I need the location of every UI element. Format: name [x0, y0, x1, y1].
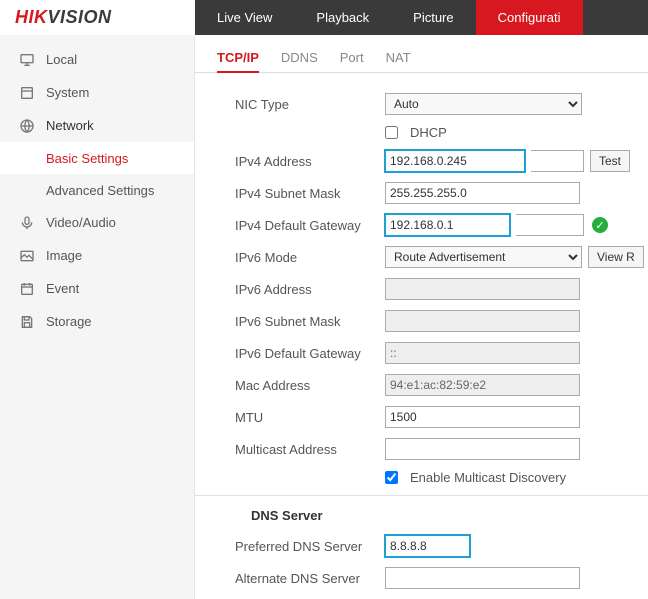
sidebar-sub-advanced-settings[interactable]: Advanced Settings: [0, 174, 194, 206]
brand-logo: HIKVISION: [0, 0, 195, 35]
mtu-label: MTU: [235, 410, 385, 425]
nav-picture-label: Picture: [413, 10, 453, 25]
nav-configuration-label: Configurati: [498, 10, 561, 25]
ipv6-address-input: [385, 278, 580, 300]
dns-section-title: DNS Server: [195, 508, 648, 523]
sidebar-item-label: Event: [46, 281, 79, 296]
ipv6-mask-input: [385, 310, 580, 332]
settings-form: NIC Type Auto DHCP IPv4 Address Test: [195, 73, 648, 589]
sidebar-item-video-audio[interactable]: Video/Audio: [0, 206, 194, 239]
check-ok-icon: ✓: [592, 217, 608, 233]
sidebar-item-label: Network: [46, 118, 94, 133]
ipv4-mask-label: IPv4 Subnet Mask: [235, 186, 385, 201]
sidebar-item-local[interactable]: Local: [0, 43, 194, 76]
tab-label: NAT: [386, 50, 411, 65]
brand-part1: HIK: [15, 7, 48, 28]
mtu-input[interactable]: [385, 406, 580, 428]
sidebar-item-label: Local: [46, 52, 77, 67]
sidebar-sub-basic-settings[interactable]: Basic Settings: [0, 142, 194, 174]
ipv4-gateway-input[interactable]: [385, 214, 510, 236]
sidebar-item-event[interactable]: Event: [0, 272, 194, 305]
ipv6-address-label: IPv6 Address: [235, 282, 385, 297]
sidebar-item-label: Video/Audio: [46, 215, 116, 230]
tab-port[interactable]: Port: [340, 50, 364, 72]
image-icon: [18, 247, 36, 265]
tab-nat[interactable]: NAT: [386, 50, 411, 72]
sidebar-item-network[interactable]: Network: [0, 109, 194, 142]
tab-label: TCP/IP: [217, 50, 259, 65]
ipv4-address-input[interactable]: [385, 150, 525, 172]
top-header: HIKVISION Live View Playback Picture Con…: [0, 0, 648, 35]
system-icon: [18, 84, 36, 102]
ipv6-mode-select[interactable]: Route Advertisement: [385, 246, 582, 268]
sidebar-item-label: Image: [46, 248, 82, 263]
alternate-dns-label: Alternate DNS Server: [235, 571, 385, 586]
content-area: TCP/IP DDNS Port NAT NIC Type Auto DHCP …: [195, 35, 648, 599]
mac-address-label: Mac Address: [235, 378, 385, 393]
sidebar-item-label: Basic Settings: [46, 151, 128, 166]
sub-tabs: TCP/IP DDNS Port NAT: [195, 35, 648, 73]
calendar-icon: [18, 280, 36, 298]
sidebar-item-label: System: [46, 85, 89, 100]
multicast-address-input[interactable]: [385, 438, 580, 460]
sidebar-item-system[interactable]: System: [0, 76, 194, 109]
test-button[interactable]: Test: [590, 150, 630, 172]
preferred-dns-label: Preferred DNS Server: [235, 539, 385, 554]
view-route-button[interactable]: View R: [588, 246, 644, 268]
nav-live-view[interactable]: Live View: [195, 0, 294, 35]
globe-icon: [18, 117, 36, 135]
monitor-icon: [18, 51, 36, 69]
nav-playback-label: Playback: [316, 10, 369, 25]
dhcp-label: DHCP: [410, 125, 447, 140]
ipv6-gateway-input: [385, 342, 580, 364]
sidebar-item-image[interactable]: Image: [0, 239, 194, 272]
multicast-address-label: Multicast Address: [235, 442, 385, 457]
tab-tcpip[interactable]: TCP/IP: [217, 50, 259, 73]
dhcp-checkbox[interactable]: [385, 126, 398, 139]
ipv4-mask-input[interactable]: [385, 182, 580, 204]
ipv4-gateway-input-ext[interactable]: [516, 214, 584, 236]
nav-live-view-label: Live View: [217, 10, 272, 25]
nav-configuration[interactable]: Configurati: [476, 0, 583, 35]
ipv6-mode-label: IPv6 Mode: [235, 250, 385, 265]
ipv6-mask-label: IPv6 Subnet Mask: [235, 314, 385, 329]
ipv6-gateway-label: IPv6 Default Gateway: [235, 346, 385, 361]
sidebar-item-label: Advanced Settings: [46, 183, 154, 198]
mic-icon: [18, 214, 36, 232]
nav-picture[interactable]: Picture: [391, 0, 475, 35]
alternate-dns-input[interactable]: [385, 567, 580, 589]
nav-playback[interactable]: Playback: [294, 0, 391, 35]
sidebar-item-label: Storage: [46, 314, 92, 329]
tab-ddns[interactable]: DDNS: [281, 50, 318, 72]
mac-address-input: [385, 374, 580, 396]
brand-part2: VISION: [48, 7, 112, 28]
tab-label: Port: [340, 50, 364, 65]
save-icon: [18, 313, 36, 331]
enable-multicast-checkbox[interactable]: [385, 471, 398, 484]
enable-multicast-label: Enable Multicast Discovery: [410, 470, 566, 485]
preferred-dns-input[interactable]: [385, 535, 470, 557]
sidebar-item-storage[interactable]: Storage: [0, 305, 194, 338]
top-nav: Live View Playback Picture Configurati: [195, 0, 583, 35]
nic-type-select[interactable]: Auto: [385, 93, 582, 115]
tab-label: DDNS: [281, 50, 318, 65]
sidebar: Local System Network Basic Settings Adva…: [0, 35, 195, 599]
ipv4-gateway-label: IPv4 Default Gateway: [235, 218, 385, 233]
nic-type-label: NIC Type: [235, 97, 385, 112]
ipv4-address-label: IPv4 Address: [235, 154, 385, 169]
ipv4-address-input-ext[interactable]: [531, 150, 584, 172]
